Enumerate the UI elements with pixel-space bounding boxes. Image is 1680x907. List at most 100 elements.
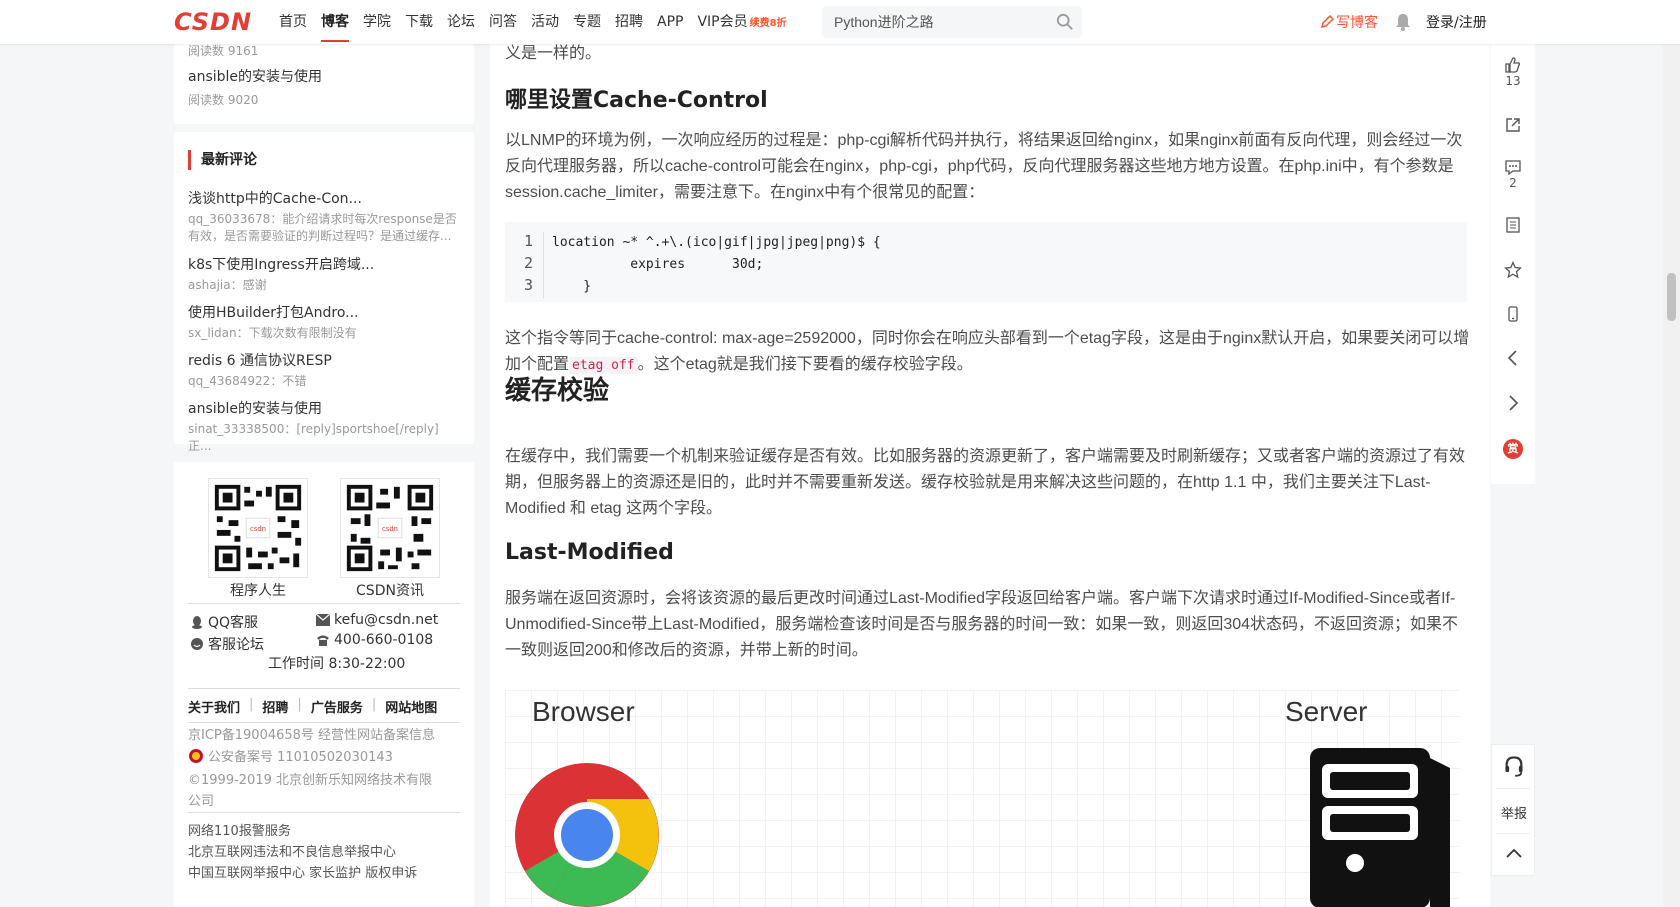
nav-academy[interactable]: 学院 — [356, 0, 398, 44]
footer-link-about[interactable]: 关于我们 — [188, 697, 240, 716]
diagram-browser-label: Browser — [532, 696, 635, 727]
qr-code-image: csdn — [208, 478, 308, 578]
server-icon — [1310, 748, 1450, 907]
article-link[interactable]: ansible的安装与使用 — [188, 66, 322, 86]
nav-events[interactable]: 活动 — [524, 0, 566, 44]
write-blog-label: 写博客 — [1336, 15, 1378, 31]
nav-topics[interactable]: 专题 — [566, 0, 608, 44]
comment-item: ansible的安装与使用 sinat_33338500：[reply]spor… — [188, 398, 464, 455]
report-link[interactable]: 北京互联网违法和不良信息举报中心 — [188, 841, 396, 860]
chrome-browser-icon — [515, 763, 659, 907]
site-info-panel: csdn 程序人生 csdn CSDN资讯 QQ客服 kefu@csdn.net… — [174, 462, 474, 907]
page-scrollbar[interactable] — [1663, 0, 1680, 907]
next-article-button[interactable] — [1491, 394, 1535, 412]
search-input[interactable] — [822, 6, 1042, 38]
code-line: 1 location ~* ^.+\.(ico|gif|jpg|jpeg|png)… — [505, 230, 1467, 254]
latest-comments-title: 最新评论 — [188, 150, 257, 170]
code-block: 1 location ~* ^.+\.(ico|gif|jpg|jpeg|png)… — [505, 222, 1467, 302]
line-number: 1 — [523, 232, 533, 250]
nav-app[interactable]: APP — [650, 0, 690, 44]
email-link[interactable]: kefu@csdn.net — [316, 612, 438, 628]
copyright-line: 公司 — [188, 794, 215, 809]
login-register-link[interactable]: 登录/注册 — [1426, 12, 1487, 32]
line-number: 3 — [523, 276, 533, 294]
nav-download[interactable]: 下载 — [398, 0, 440, 44]
report-link[interactable]: 网络110报警服务 — [188, 820, 291, 839]
article-paragraph: 在缓存中，我们需要一个机制来验证缓存是否有效。比如服务器的资源更新了，客户端需要… — [505, 448, 1466, 517]
qr-code-image: csdn — [340, 478, 440, 578]
bell-icon[interactable] — [1395, 13, 1411, 31]
search-icon[interactable] — [1056, 13, 1074, 31]
heading-cache-validation: 缓存校验 — [505, 376, 610, 406]
browser-server-diagram: Browser Server — [505, 690, 1460, 907]
svg-text:csdn: csdn — [250, 525, 266, 533]
heading-where-cache-control: 哪里设置Cache-Control — [505, 88, 768, 113]
service-forum-link[interactable]: 客服论坛 — [190, 634, 264, 654]
nav-jobs[interactable]: 招聘 — [608, 0, 650, 44]
favorite-button[interactable] — [1491, 261, 1535, 279]
nav-qa[interactable]: 问答 — [482, 0, 524, 44]
like-count: 13 — [1505, 74, 1521, 88]
mobile-view-button[interactable] — [1491, 305, 1535, 323]
comment-item: redis 6 通信协议RESP qq_43684922：不错 — [188, 350, 464, 390]
nav-forum[interactable]: 论坛 — [440, 0, 482, 44]
service-forum-label: 客服论坛 — [208, 637, 264, 653]
code-line: 2 expires 30d; — [505, 252, 1467, 276]
police-record-link[interactable]: 公安备案号 11010502030143 — [188, 746, 393, 765]
article-paragraph: 服务端在返回资源时，会将该资源的最后更改时间通过Last-Modified字段返… — [505, 590, 1459, 659]
report-button[interactable]: 举报 — [1492, 803, 1536, 822]
article-paragraph: 这个指令等同于cache-control: max-age=2592000，同时… — [505, 326, 1471, 379]
table-of-contents-button[interactable] — [1491, 216, 1535, 234]
report-link[interactable]: 中国互联网举报中心 家长监护 版权申诉 — [188, 862, 417, 881]
comment-item: k8s下使用Ingress开启跨域... ashajia：感谢 — [188, 254, 464, 294]
scrollbar-thumb[interactable] — [1667, 273, 1676, 321]
write-blog-button[interactable]: 写博客 — [1320, 12, 1378, 32]
footer-link-jobs[interactable]: 招聘 — [262, 697, 288, 716]
comment-article-link[interactable]: 浅谈http中的Cache-Con... — [188, 188, 464, 208]
pen-icon — [1320, 15, 1334, 29]
phone-number: 400-660-0108 — [316, 632, 433, 648]
share-icon — [1506, 118, 1520, 132]
footer-link-sitemap[interactable]: 网站地图 — [385, 697, 437, 716]
comment-article-link[interactable]: k8s下使用Ingress开启跨域... — [188, 254, 464, 274]
share-button[interactable] — [1491, 116, 1535, 134]
nav-vip[interactable]: VIP会员 续费8折 — [690, 0, 793, 44]
article-content: 义是一样的。 哪里设置Cache-Control 以LNMP的环境为例，一次响应… — [490, 44, 1490, 907]
document-icon — [1506, 217, 1520, 233]
customer-service-button[interactable] — [1492, 755, 1536, 777]
comment-article-link[interactable]: redis 6 通信协议RESP — [188, 350, 464, 370]
code-line: 3 } — [505, 274, 1467, 298]
csdn-logo[interactable]: CSDN — [174, 8, 252, 36]
qq-service-link[interactable]: QQ客服 — [190, 612, 258, 632]
divider — [188, 603, 460, 604]
latest-comments-panel: 最新评论 浅谈http中的Cache-Con... qq_36033678：能介… — [174, 132, 474, 453]
footer-link-ads[interactable]: 广告服务 — [311, 697, 363, 716]
comment-article-link[interactable]: ansible的安装与使用 — [188, 398, 464, 418]
comment-text: qq_36033678：能介绍请求时每次response是否有效，是否需要验证的… — [188, 212, 457, 243]
report-label: 举报 — [1500, 807, 1527, 822]
comment-text: ashajia：感谢 — [188, 278, 267, 292]
phone-icon — [317, 635, 329, 646]
qq-icon — [192, 616, 202, 629]
mobile-icon — [1508, 306, 1518, 322]
star-icon — [1504, 261, 1522, 279]
previous-article-button[interactable] — [1491, 349, 1535, 367]
divider — [188, 812, 460, 813]
like-button[interactable]: 13 — [1491, 56, 1535, 88]
comment-item: 使用HBuilder打包Andro... sx_lidan：下载次数有限制没有 — [188, 302, 464, 342]
line-number: 2 — [523, 254, 533, 272]
nav-blog[interactable]: 博客 — [314, 0, 356, 44]
police-record-label: 公安备案号 11010502030143 — [208, 750, 393, 765]
comment-article-link[interactable]: 使用HBuilder打包Andro... — [188, 302, 464, 322]
nav-home[interactable]: 首页 — [272, 0, 314, 44]
reward-button[interactable]: 赏 — [1491, 439, 1535, 459]
headset-icon — [1505, 756, 1523, 777]
comment-button[interactable]: 2 — [1491, 158, 1535, 190]
chevron-left-icon — [1507, 350, 1517, 366]
article-read-count: 阅读数 9020 — [188, 93, 259, 107]
back-to-top-button[interactable] — [1492, 845, 1536, 863]
divider — [1496, 833, 1530, 834]
icp-record-link[interactable]: 京ICP备19004658号 经营性网站备案信息 — [188, 724, 435, 743]
comment-icon — [1505, 160, 1521, 176]
qr-label: CSDN资讯 — [356, 583, 424, 599]
